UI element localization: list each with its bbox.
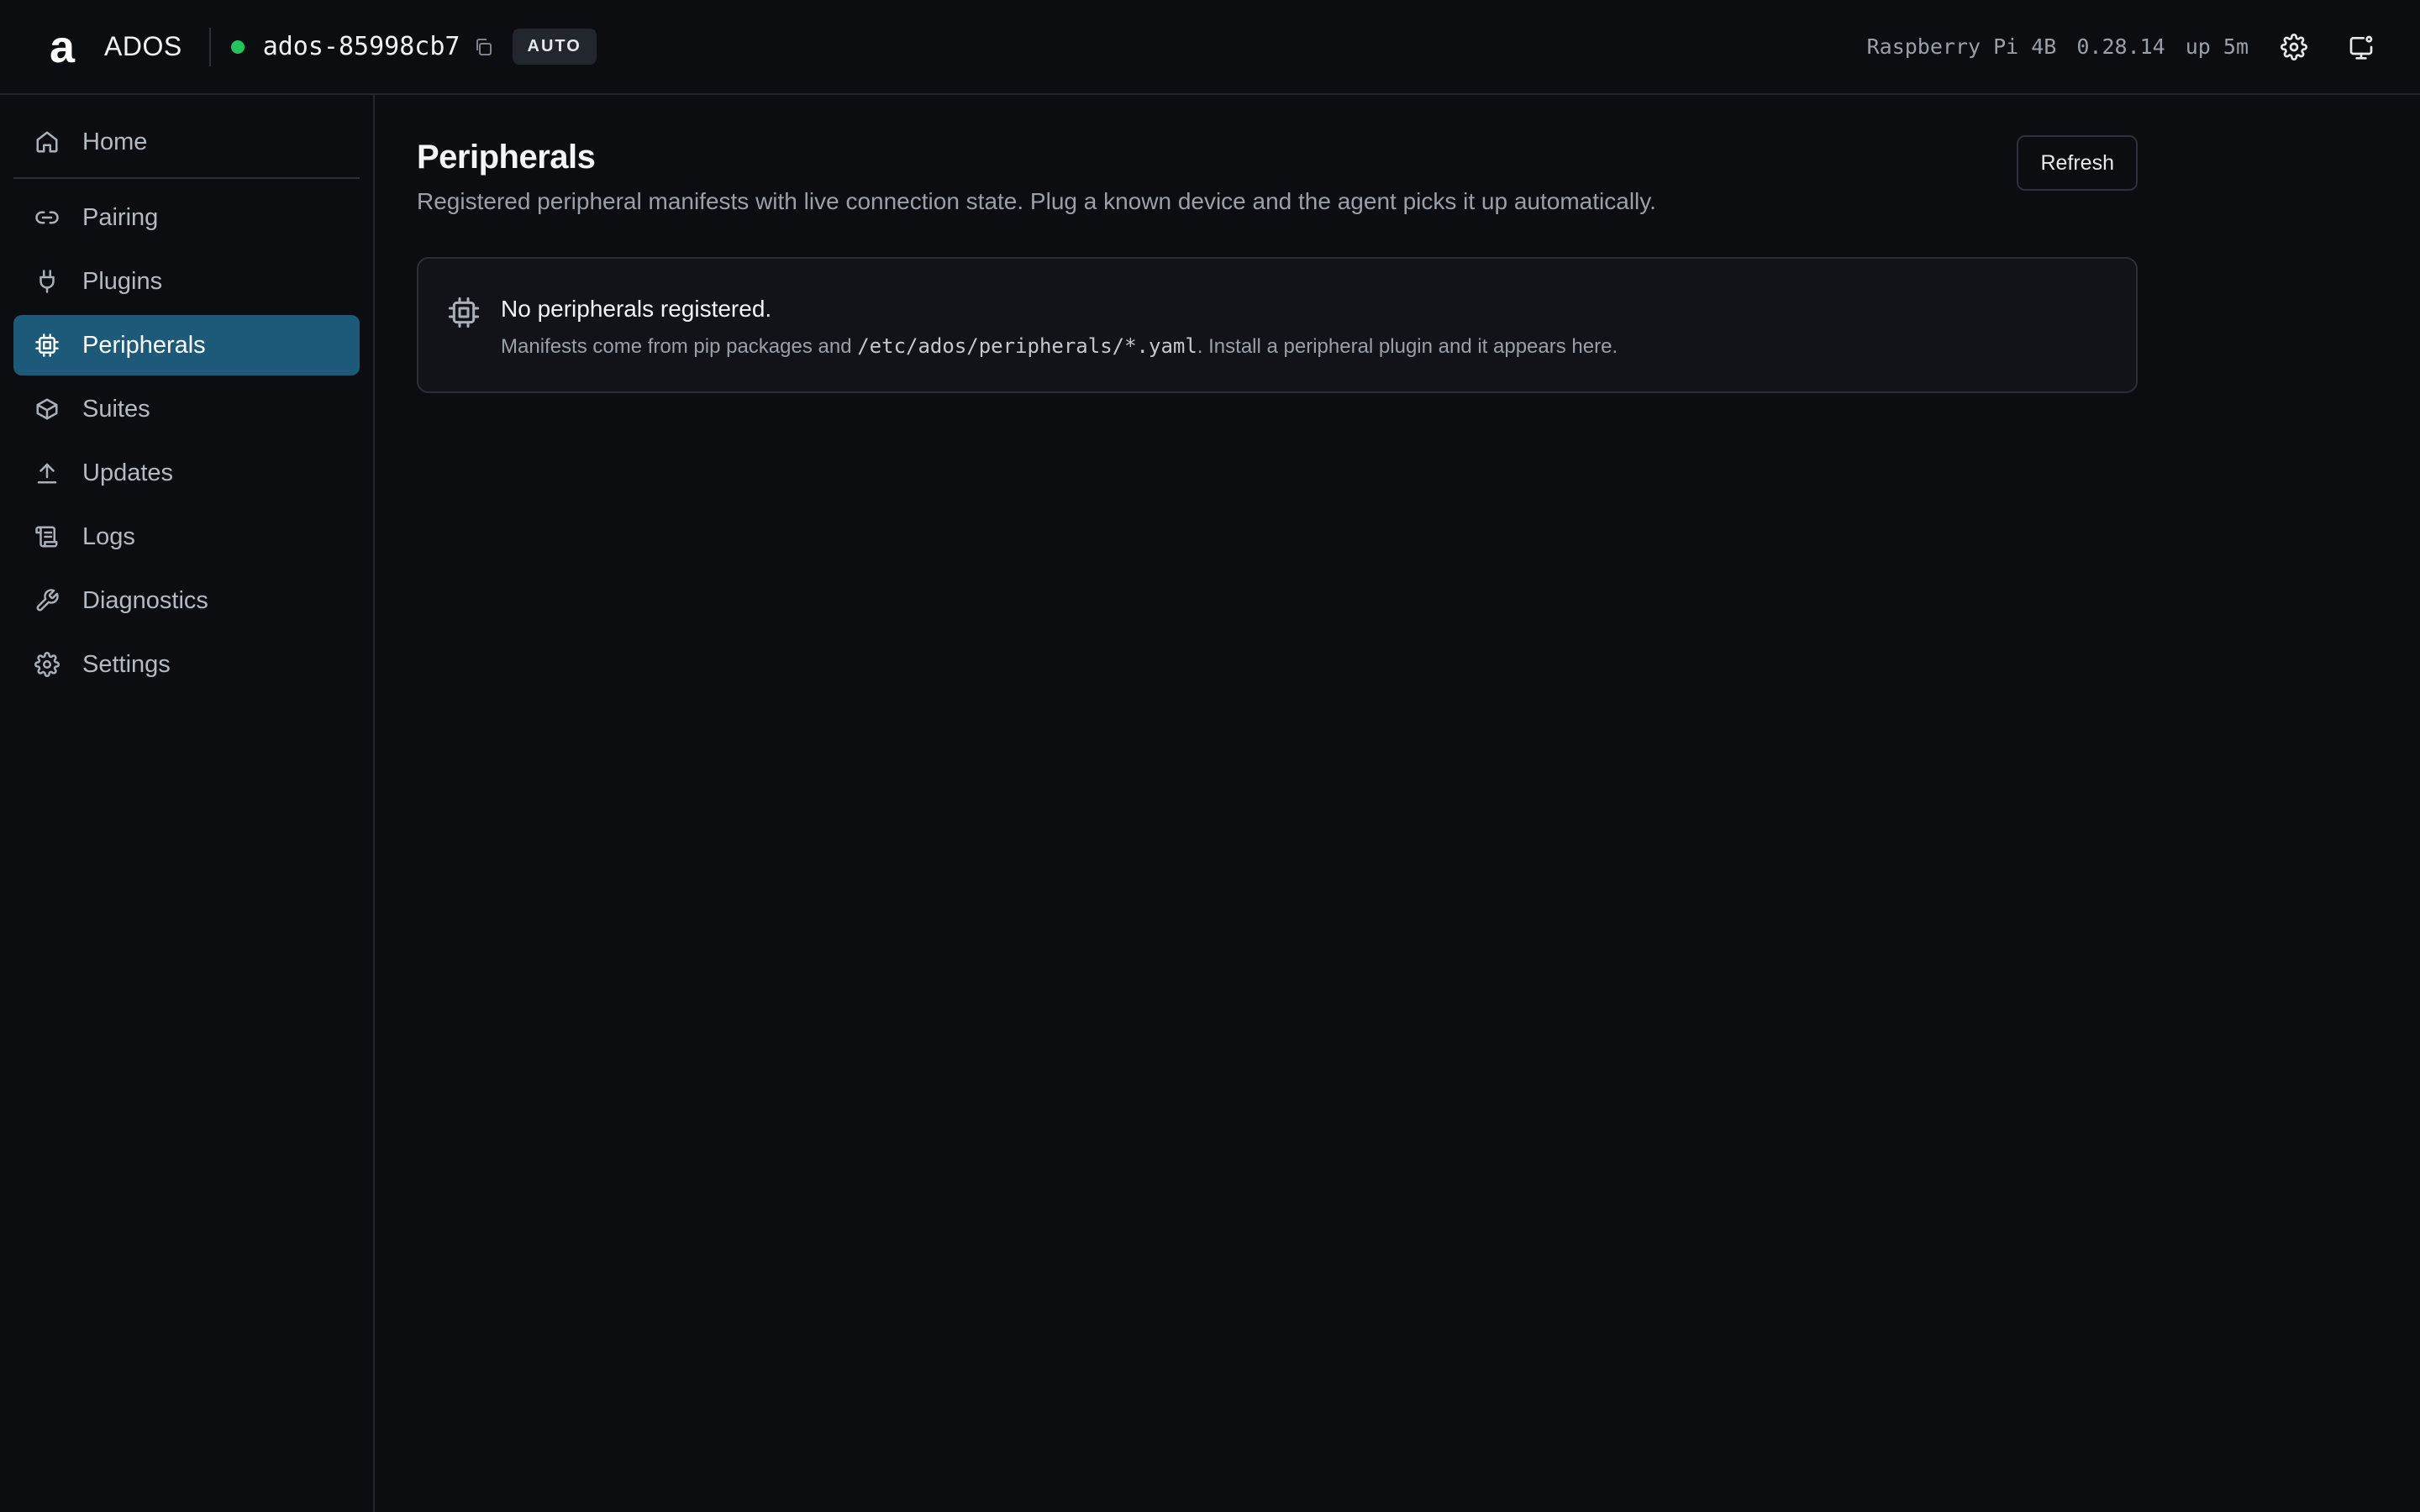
- gear-icon: [34, 651, 60, 678]
- header-divider: [208, 27, 211, 66]
- mode-badge: AUTO: [512, 29, 597, 65]
- sidebar-item-suites[interactable]: Suites: [13, 379, 360, 439]
- ados-logo[interactable]: a: [37, 22, 87, 72]
- sidebar-item-plugins[interactable]: Plugins: [13, 251, 360, 312]
- sidebar-divider: [13, 177, 360, 179]
- gear-icon: [2281, 33, 2307, 60]
- online-status-dot: [230, 39, 245, 54]
- empty-state-title: No peripherals registered.: [501, 296, 772, 322]
- page-description: Registered peripheral manifests with liv…: [417, 188, 1656, 214]
- settings-gear-button[interactable]: [2272, 25, 2316, 69]
- sidebar-item-label: Plugins: [82, 267, 163, 295]
- empty-state-description: Manifests come from pip packages and /et…: [501, 334, 1618, 359]
- device-model: Raspberry Pi 4B: [1866, 34, 2057, 59]
- empty-state-text: No peripherals registered. Manifests com…: [501, 296, 1618, 359]
- sidebar-item-settings[interactable]: Settings: [13, 634, 360, 695]
- empty-desc-suffix: . Install a peripheral plugin and it app…: [1197, 335, 1618, 358]
- refresh-button[interactable]: Refresh: [2017, 135, 2138, 191]
- link-icon: [34, 204, 60, 231]
- agent-version: 0.28.14: [2076, 34, 2165, 59]
- sidebar-item-label: Pairing: [82, 203, 159, 231]
- page-title: Peripherals: [417, 139, 596, 176]
- chip-icon: [447, 296, 481, 329]
- empty-state-card: No peripherals registered. Manifests com…: [417, 257, 2138, 393]
- empty-desc-prefix: Manifests come from pip packages and: [501, 335, 858, 358]
- brand-name: ADOS: [104, 31, 182, 61]
- sidebar-item-updates[interactable]: Updates: [13, 443, 360, 503]
- manifest-path: /etc/ados/peripherals/*.yaml: [857, 334, 1197, 358]
- sidebar-item-label: Suites: [82, 395, 150, 423]
- display-settings-button[interactable]: [2339, 25, 2383, 69]
- system-info-group: Raspberry Pi 4B 0.28.14 up 5m: [1867, 25, 2383, 69]
- sidebar: Home Pairing Plugins Peripherals Suites …: [0, 95, 375, 1512]
- copy-icon[interactable]: [472, 36, 494, 58]
- sidebar-item-label: Home: [82, 128, 148, 155]
- upload-icon: [34, 459, 60, 486]
- sidebar-item-peripherals[interactable]: Peripherals: [13, 315, 360, 375]
- uptime: up 5m: [2185, 34, 2249, 59]
- wrench-icon: [34, 587, 60, 614]
- sidebar-item-label: Diagnostics: [82, 586, 208, 614]
- home-icon: [34, 129, 60, 155]
- page-header: Peripherals Registered peripheral manife…: [417, 95, 2138, 215]
- sidebar-item-label: Settings: [82, 650, 171, 678]
- sidebar-item-label: Logs: [82, 522, 135, 550]
- sidebar-item-label: Updates: [82, 459, 174, 486]
- box-icon: [34, 396, 60, 423]
- sidebar-item-diagnostics[interactable]: Diagnostics: [13, 570, 360, 631]
- sidebar-item-logs[interactable]: Logs: [13, 507, 360, 567]
- monitor-icon: [2349, 35, 2373, 60]
- device-hostname: ados-85998cb7: [262, 32, 460, 61]
- top-bar: a ADOS ados-85998cb7 AUTO Raspberry Pi 4…: [0, 0, 2420, 95]
- sidebar-item-home[interactable]: Home: [13, 112, 360, 172]
- main-content: Peripherals Registered peripheral manife…: [417, 95, 2138, 393]
- sidebar-item-pairing[interactable]: Pairing: [13, 187, 360, 248]
- scroll-icon: [34, 523, 60, 550]
- plug-icon: [34, 268, 60, 295]
- chip-icon: [34, 332, 60, 359]
- sidebar-item-label: Peripherals: [82, 331, 206, 359]
